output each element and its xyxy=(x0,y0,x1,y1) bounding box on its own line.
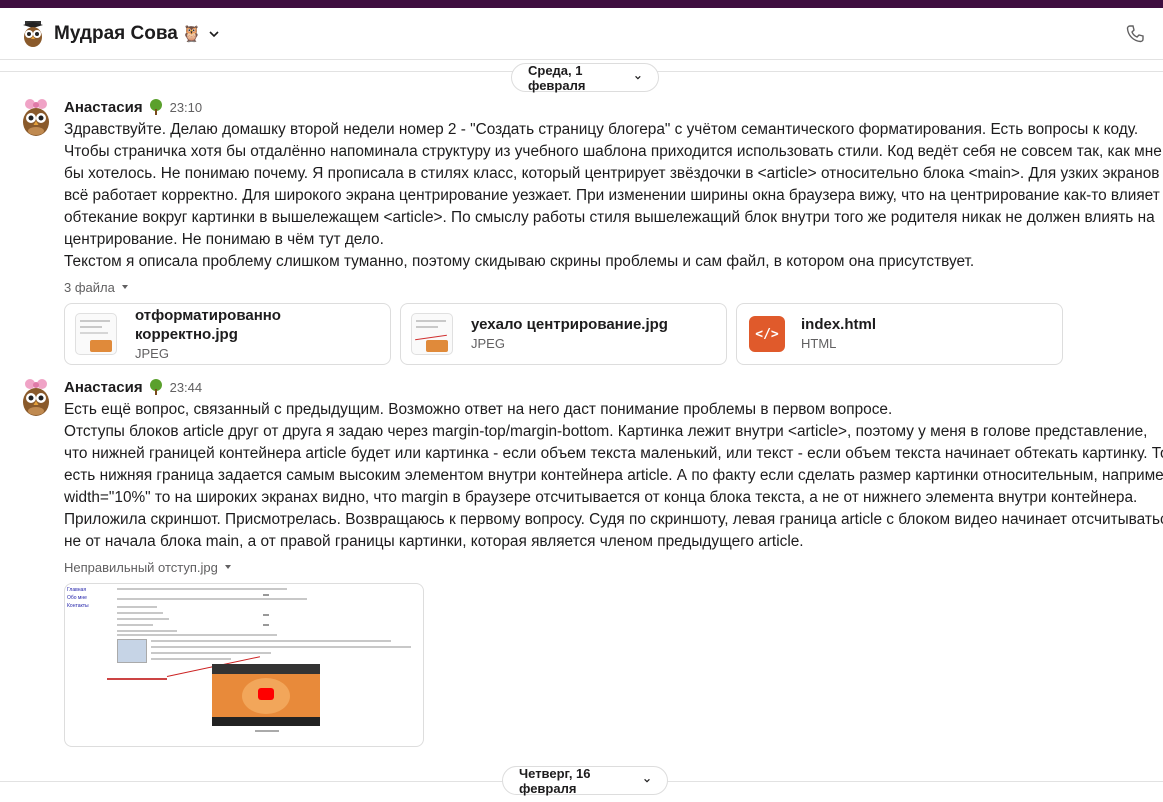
message-timestamp[interactable]: 23:10 xyxy=(170,100,203,115)
message-body: Анастасия 23:44 Есть ещё вопрос, связанн… xyxy=(64,378,1163,747)
chevron-down-icon[interactable] xyxy=(208,28,220,40)
file-attachment[interactable]: отформатированно корректно.jpg JPEG xyxy=(64,303,391,365)
message-line: width="10%" то на широких экранах видно,… xyxy=(64,489,1138,506)
message-body: Анастасия 23:10 Здравствуйте. Делаю дома… xyxy=(64,98,1162,365)
screenshot-nav: Главная Обо мне Контакты xyxy=(67,586,89,610)
chevron-down-icon xyxy=(644,778,650,783)
file-name-label: Неправильный отступ.jpg xyxy=(64,559,218,575)
file-name: уехало центрирование.jpg xyxy=(471,316,668,333)
message-line: что нижней границей контейнера article б… xyxy=(64,445,1163,462)
day-divider-pill[interactable]: Среда, 1 февраля xyxy=(511,62,659,93)
owl-emoji-icon: 🦉 xyxy=(181,25,202,43)
file-info: уехало центрирование.jpg JPEG xyxy=(471,315,668,353)
file-info: index.html HTML xyxy=(801,315,876,353)
files-count-toggle[interactable]: 3 файла xyxy=(64,277,1154,297)
channel-title[interactable]: Мудрая Сова xyxy=(54,23,178,45)
play-icon xyxy=(258,688,274,700)
message-line: Приложила скриншот. Присмотрелась. Возвр… xyxy=(64,511,1163,528)
screenshot-video xyxy=(212,664,320,726)
message-line: не от начала блока main, а от правой гра… xyxy=(64,533,804,550)
author-name[interactable]: Анастасия xyxy=(64,99,143,116)
message-line: Здравствуйте. Делаю домашку второй недел… xyxy=(64,121,1139,138)
message-line: обтекание вокруг картинки в вышележащем … xyxy=(64,209,1155,226)
phone-icon[interactable] xyxy=(1125,24,1145,44)
tree-emoji-icon xyxy=(149,99,162,115)
message-line: всё работает корректно. Для широкого экр… xyxy=(64,187,1160,204)
file-name: index.html xyxy=(801,316,877,333)
day-divider-label: Среда, 1 февраля xyxy=(528,62,586,93)
caret-down-icon xyxy=(121,285,128,289)
caret-down-icon xyxy=(224,565,231,569)
file-name: отформатированно корректно.jpg xyxy=(135,306,281,343)
code-file-icon: </> xyxy=(749,316,785,352)
screenshot-annotation xyxy=(107,678,167,680)
author-name[interactable]: Анастасия xyxy=(64,379,143,396)
chevron-down-icon xyxy=(635,75,641,80)
file-attachment[interactable]: </> index.html HTML xyxy=(736,303,1063,365)
message-line: Отступы блоков article друг от друга я з… xyxy=(64,423,1148,440)
message-line: Текстом я описала проблему слишком туман… xyxy=(64,253,975,270)
file-attachment[interactable]: уехало центрирование.jpg JPEG xyxy=(400,303,727,365)
attachments-row: отформатированно корректно.jpg JPEG уеха… xyxy=(64,303,1154,365)
owl-avatar-icon xyxy=(23,20,43,47)
day-divider-label: Четверг, 16 февраля xyxy=(519,765,591,796)
message-header: Анастасия 23:44 xyxy=(64,378,1154,396)
screenshot-nav-item: Обо мне xyxy=(67,595,87,601)
day-divider-pill[interactable]: Четверг, 16 февраля xyxy=(502,765,668,796)
file-type: JPEG xyxy=(471,336,505,351)
files-count-label: 3 файла xyxy=(64,279,115,295)
message-text: Здравствуйте. Делаю домашку второй недел… xyxy=(64,119,1162,273)
file-type: JPEG xyxy=(135,345,169,361)
file-name-toggle[interactable]: Неправильный отступ.jpg xyxy=(64,557,1154,577)
message-timestamp[interactable]: 23:44 xyxy=(170,380,203,395)
screenshot-nav-item: Главная xyxy=(67,587,87,593)
channel-header: Мудрая Сова 🦉 xyxy=(0,8,1163,60)
message-line: Есть ещё вопрос, связанный с предыдущим.… xyxy=(64,401,893,418)
workspace-top-strip xyxy=(0,0,1163,8)
message-text: Есть ещё вопрос, связанный с предыдущим.… xyxy=(64,399,1163,553)
owl-avatar-icon[interactable] xyxy=(20,378,56,418)
image-preview[interactable]: Главная Обо мне Контакты xyxy=(64,583,424,747)
file-type: HTML xyxy=(801,336,837,351)
screenshot-nav-item: Контакты xyxy=(67,603,89,609)
file-info: отформатированно корректно.jpg JPEG xyxy=(135,306,380,363)
message-line: центрирование. Не понимаю в чём тут дело… xyxy=(64,231,384,248)
message-line: есть нижняя граница задается самым высок… xyxy=(64,467,1163,484)
message-line: Чтобы страничка хотя бы отдалённо напоми… xyxy=(64,143,1162,160)
image-thumbnail xyxy=(75,313,117,355)
owl-avatar-icon[interactable] xyxy=(20,98,56,138)
tree-emoji-icon xyxy=(149,379,162,395)
message-line: бы хотелось. Не понимаю почему. Я пропис… xyxy=(64,165,1160,182)
image-thumbnail xyxy=(411,313,453,355)
screenshot-image xyxy=(117,639,147,663)
message-header: Анастасия 23:10 xyxy=(64,98,1154,116)
